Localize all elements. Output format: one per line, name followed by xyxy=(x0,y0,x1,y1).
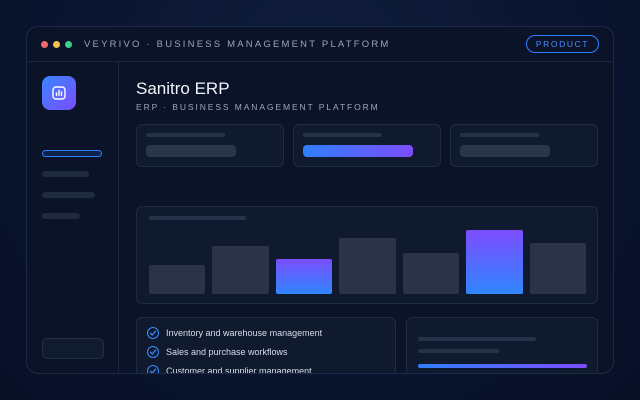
bar-chart xyxy=(149,229,586,294)
progress-card xyxy=(406,317,598,373)
chart-bar xyxy=(529,243,586,294)
progress-label-placeholder xyxy=(418,337,536,341)
stat-card[interactable] xyxy=(136,124,284,167)
features-card: Inventory and warehouse management Sales… xyxy=(136,317,396,374)
sidebar-item[interactable] xyxy=(42,192,95,198)
stat-label-placeholder xyxy=(303,133,382,137)
main-content: Sanitro ERP ERP · BUSINESS MANAGEMENT PL… xyxy=(120,62,613,374)
chart-bar xyxy=(402,252,460,294)
stat-label-placeholder xyxy=(460,133,539,137)
chart-bar-highlighted xyxy=(275,259,333,294)
window-title: VEYRIVO · BUSINESS MANAGEMENT PLATFORM xyxy=(84,39,391,50)
title-bar: VEYRIVO · BUSINESS MANAGEMENT PLATFORM P… xyxy=(27,27,613,62)
maximize-window-dot[interactable] xyxy=(65,41,72,48)
minimize-window-dot[interactable] xyxy=(53,41,60,48)
chart-bar-highlighted xyxy=(466,230,523,294)
sidebar xyxy=(27,62,119,373)
chart-bar xyxy=(212,246,269,294)
stat-value-highlight xyxy=(303,145,413,157)
sidebar-item-active[interactable] xyxy=(42,150,102,157)
chart-bar xyxy=(149,264,206,294)
feature-label: Sales and purchase workflows xyxy=(166,347,288,357)
sidebar-item[interactable] xyxy=(42,213,80,219)
product-badge: PRODUCT xyxy=(526,35,599,53)
sidebar-footer-button[interactable] xyxy=(42,338,104,359)
progress-sublabel-placeholder xyxy=(418,349,499,353)
app-window: VEYRIVO · BUSINESS MANAGEMENT PLATFORM P… xyxy=(26,26,614,374)
stat-card[interactable] xyxy=(450,124,598,167)
stat-value-placeholder xyxy=(146,145,236,157)
stat-value-placeholder xyxy=(460,145,550,157)
check-circle-icon xyxy=(147,327,159,339)
sidebar-item[interactable] xyxy=(42,171,89,177)
progress-bar xyxy=(418,364,587,368)
check-circle-icon xyxy=(147,346,159,358)
stat-card[interactable] xyxy=(293,124,441,167)
chart-title-placeholder xyxy=(149,216,246,220)
app-logo[interactable] xyxy=(42,76,76,110)
feature-item: Sales and purchase workflows xyxy=(147,345,288,359)
check-circle-icon xyxy=(147,365,159,373)
bar-chart-icon xyxy=(52,86,66,100)
close-window-dot[interactable] xyxy=(41,41,48,48)
feature-item: Inventory and warehouse management xyxy=(147,326,322,340)
feature-item: Customer and supplier management xyxy=(147,364,312,374)
feature-label: Customer and supplier management xyxy=(166,366,312,374)
page-title: Sanitro ERP xyxy=(136,79,230,98)
chart-card xyxy=(136,206,598,304)
page-subtitle: ERP · BUSINESS MANAGEMENT PLATFORM xyxy=(136,102,380,112)
stat-label-placeholder xyxy=(146,133,225,137)
feature-label: Inventory and warehouse management xyxy=(166,328,323,338)
chart-bar xyxy=(339,237,396,294)
